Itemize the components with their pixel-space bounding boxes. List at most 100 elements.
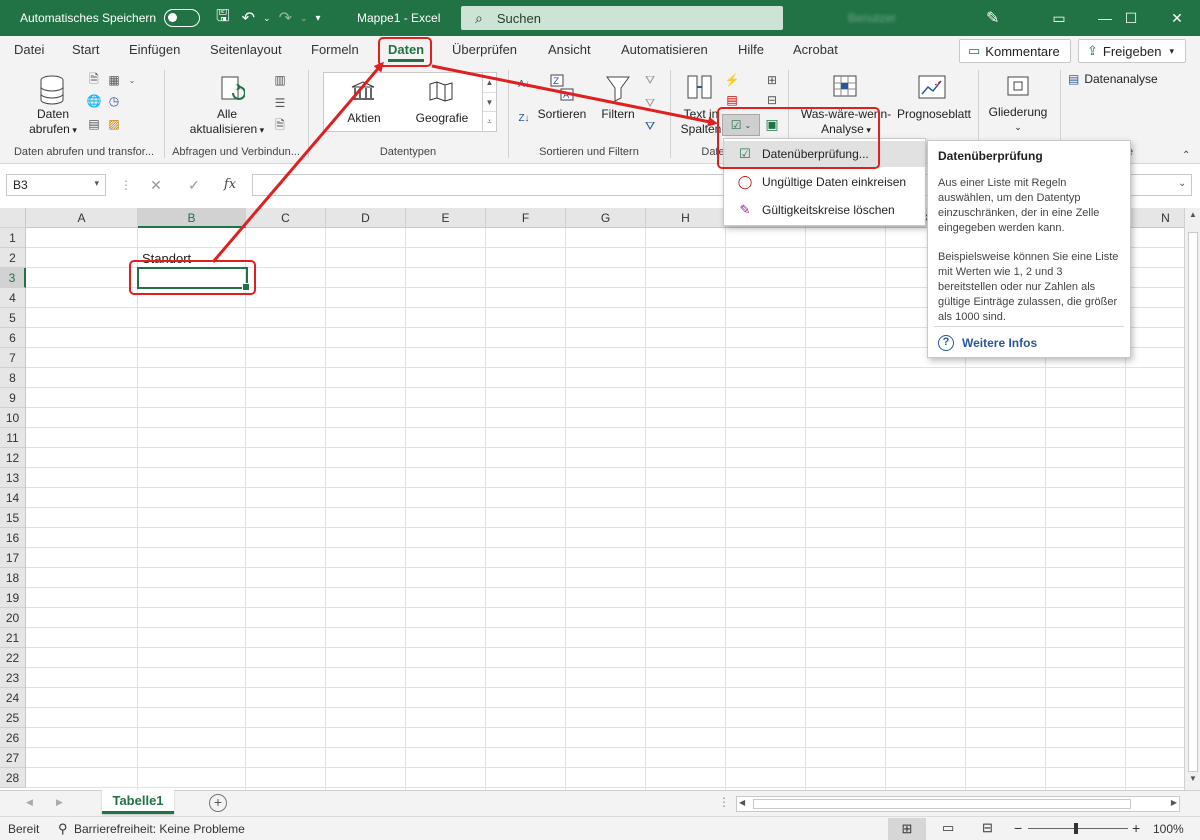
tab-acrobat[interactable]: Acrobat [793,36,838,66]
tab-automatisieren[interactable]: Automatisieren [621,36,708,66]
add-sheet-button[interactable]: + [209,794,227,812]
consolidate-icon[interactable]: ⊟ [764,92,780,108]
row-header-13[interactable]: 13 [0,468,26,488]
pen-icon[interactable]: ✎ [980,0,1005,36]
row-header-3[interactable]: 3 [0,268,26,288]
zoom-in-button[interactable]: + [1132,820,1140,836]
row-header-12[interactable]: 12 [0,448,26,468]
search-box[interactable]: ⌕ Suchen [461,6,783,30]
horizontal-scroll-thumb[interactable] [753,799,1131,809]
row-header-26[interactable]: 26 [0,728,26,748]
row-header-19[interactable]: 19 [0,588,26,608]
filter-button[interactable]: Filtern [596,107,640,122]
accessibility-status[interactable]: Barrierefreiheit: Keine Probleme [74,822,245,836]
maximize-icon[interactable]: ☐ [1108,0,1154,36]
row-header-4[interactable]: 4 [0,288,26,308]
tab-split-handle-icon[interactable]: ⋮ [718,795,730,809]
tab-formeln[interactable]: Formeln [311,36,359,66]
clear-filter-icon[interactable]: ⛛ [642,72,658,88]
active-cell-b3[interactable] [137,267,250,291]
row-header-20[interactable]: 20 [0,608,26,628]
comments-button[interactable]: ▭ Kommentare [959,39,1071,63]
row-header-22[interactable]: 22 [0,648,26,668]
whatif-button[interactable]: Was-wäre-wenn- Analyse ▾ [796,107,896,138]
tab-start[interactable]: Start [72,36,99,66]
row-header-24[interactable]: 24 [0,688,26,708]
insert-function-icon[interactable]: fx [218,174,242,196]
advanced-filter-icon[interactable]: ⛛ [642,118,658,134]
data-analysis-button[interactable]: ▤ Datenanalyse [1068,72,1168,87]
column-header-h[interactable]: H [646,208,726,228]
vertical-scroll-thumb[interactable] [1188,232,1198,772]
row-header-16[interactable]: 16 [0,528,26,548]
sort-button[interactable]: Sortieren [532,107,592,122]
row-header-6[interactable]: 6 [0,328,26,348]
reapply-filter-icon[interactable]: ⛛ [642,95,658,111]
outline-button[interactable]: Gliederung ⌄ [984,105,1052,135]
page-break-view-icon[interactable]: ⊟ [982,820,993,836]
tab-einfuegen[interactable]: Einfügen [129,36,180,66]
tab-ansicht[interactable]: Ansicht [548,36,591,66]
account-name[interactable]: Benutzer [848,0,896,36]
confirm-entry-icon[interactable]: ✓ [182,174,206,196]
row-header-25[interactable]: 25 [0,708,26,728]
menu-item-data-validation[interactable]: ☑ Datenüberprüfung... [724,141,925,167]
tab-seitenlayout[interactable]: Seitenlayout [210,36,282,66]
from-text-icon[interactable]: 🗎 [86,72,102,88]
tab-datei[interactable]: Datei [14,36,44,66]
zoom-slider[interactable] [1028,828,1128,829]
sort-desc-icon[interactable]: Z↓ [516,110,532,126]
text-to-columns-button[interactable]: Text in Spalten [676,107,726,137]
close-icon[interactable]: ✕ [1154,0,1200,36]
redo-icon[interactable]: ↷ [273,8,298,28]
zoom-level[interactable]: 100% [1153,822,1184,836]
row-header-8[interactable]: 8 [0,368,26,388]
menu-item-clear-circles[interactable]: ✎ Gültigkeitskreise löschen [724,197,925,223]
stocks-button[interactable]: Aktien [338,111,390,126]
column-header-d[interactable]: D [326,208,406,228]
row-header-21[interactable]: 21 [0,628,26,648]
row-header-14[interactable]: 14 [0,488,26,508]
tab-ueberpruefen[interactable]: Überprüfen [452,36,517,66]
row-header-11[interactable]: 11 [0,428,26,448]
name-box-dropdown-icon[interactable]: ▾ [94,178,99,189]
menu-item-circle-invalid[interactable]: ◯ Ungültige Daten einkreisen [724,169,925,195]
cancel-entry-icon[interactable]: ✕ [144,174,168,196]
gallery-scroll[interactable]: ▲ ▼ ⩡ [482,73,496,131]
prev-sheet-icon[interactable]: ◀ [26,797,33,808]
row-header-9[interactable]: 9 [0,388,26,408]
sort-asc-icon[interactable]: A↓ [516,76,532,92]
horizontal-scrollbar[interactable]: ◀ ▶ [736,796,1180,812]
get-data-button[interactable]: Daten abrufen ▾ [20,107,86,138]
select-all-corner[interactable] [0,208,26,228]
row-header-23[interactable]: 23 [0,668,26,688]
row-header-28[interactable]: 28 [0,768,26,788]
scroll-right-icon[interactable]: ▶ [1171,798,1177,807]
undo-icon[interactable]: ↶ [236,8,261,28]
column-header-e[interactable]: E [406,208,486,228]
from-table-icon[interactable]: 🌐 [86,93,102,109]
row-header-7[interactable]: 7 [0,348,26,368]
row-header-27[interactable]: 27 [0,748,26,768]
column-header-a[interactable]: A [26,208,138,228]
refresh-all-button[interactable]: Alle aktualisieren ▾ [184,107,270,138]
from-web-icon[interactable]: ▦ [106,72,122,88]
autosave-toggle[interactable] [164,9,201,27]
ribbon-display-icon[interactable]: ▭ [1036,0,1082,36]
scroll-up-icon[interactable]: ▲ [1185,210,1200,224]
row-header-2[interactable]: 2 [0,248,26,268]
from-picture-icon[interactable]: ▨ [106,116,122,132]
queries-connections-icon[interactable]: ▥ [272,72,288,88]
from-web-dropdown-icon[interactable]: ⌄ [124,72,140,88]
tab-daten[interactable]: Daten [388,36,425,66]
share-button[interactable]: ⇪ Freigeben ▾ [1078,39,1186,63]
row-header-18[interactable]: 18 [0,568,26,588]
recent-sources-icon[interactable]: ◷ [106,93,122,109]
row-header-15[interactable]: 15 [0,508,26,528]
next-sheet-icon[interactable]: ▶ [56,797,63,808]
row-header-5[interactable]: 5 [0,308,26,328]
vertical-scrollbar[interactable]: ▲ ▼ [1184,208,1200,790]
collapse-ribbon-icon[interactable]: ⌃ [1182,150,1190,161]
name-box[interactable]: B3 ▾ [6,174,106,196]
relationships-icon[interactable]: ⊞ [764,72,780,88]
